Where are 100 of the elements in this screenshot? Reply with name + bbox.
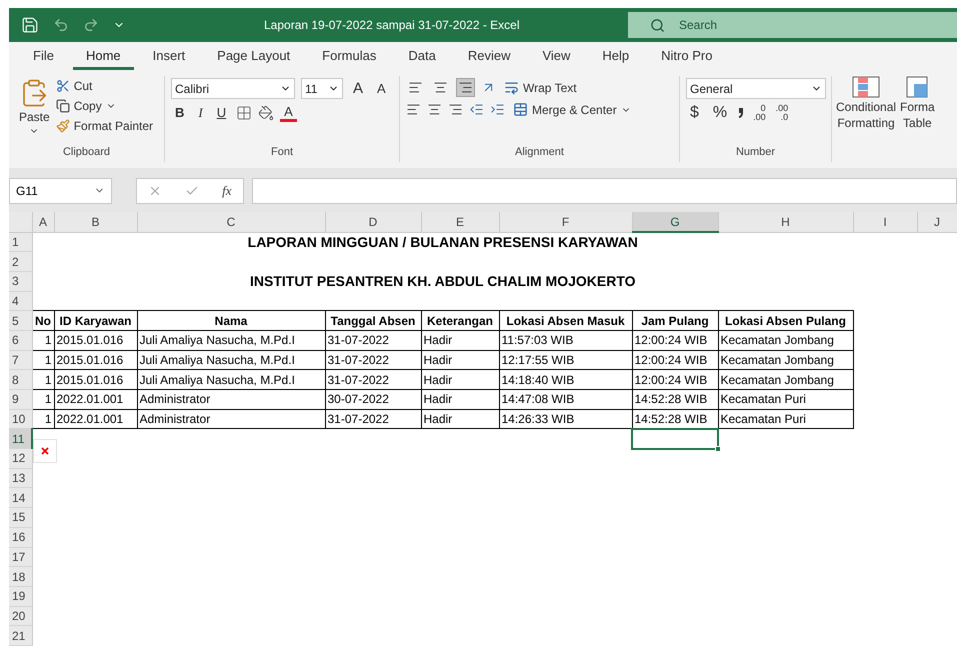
table-cell: 2015.01.016 — [54, 350, 137, 370]
row-number[interactable]: 5 — [9, 310, 32, 330]
decrease-indent-icon[interactable] — [469, 102, 484, 117]
column-header[interactable]: E — [421, 212, 499, 232]
ribbon-tab[interactable]: View — [529, 44, 584, 70]
row-number[interactable]: 20 — [9, 606, 32, 626]
table-cell: Hadir — [421, 390, 499, 410]
row-number[interactable]: 8 — [9, 370, 32, 390]
align-icon[interactable] — [448, 102, 463, 117]
copy-button[interactable]: Copy — [54, 98, 156, 114]
underline-button[interactable]: U — [212, 104, 230, 121]
decrease-decimal-button[interactable]: .00 .0 — [774, 104, 790, 122]
table-cell: 14:18:40 WIB — [499, 370, 632, 390]
window-title: Laporan 19-07-2022 sampai 31-07-2022 - Excel — [264, 18, 520, 32]
increase-indent-icon[interactable] — [490, 102, 505, 117]
row-number[interactable]: 6 — [9, 330, 32, 350]
conditional-formatting-button[interactable]: Conditional Formatting — [834, 76, 898, 168]
redo-icon[interactable] — [83, 17, 99, 33]
search-field[interactable]: Search — [628, 12, 957, 38]
column-header[interactable]: A — [32, 212, 54, 232]
column-header[interactable]: I — [853, 212, 917, 232]
font-name-field[interactable]: Calibri — [171, 78, 295, 99]
column-header[interactable]: C — [137, 212, 325, 232]
name-box[interactable]: G11 — [9, 178, 112, 204]
row-number[interactable]: 17 — [9, 547, 32, 567]
row-number[interactable]: 18 — [9, 566, 32, 586]
column-title: Nama — [137, 310, 325, 330]
align-icon[interactable] — [427, 102, 442, 117]
number-format-field[interactable]: General — [686, 78, 826, 99]
ribbon-tab[interactable]: Data — [395, 44, 449, 70]
ribbon-tab[interactable]: Formulas — [309, 44, 390, 70]
column-header[interactable]: F — [499, 212, 632, 232]
percent-button[interactable]: % — [708, 103, 732, 123]
ribbon-tab[interactable]: Insert — [140, 44, 198, 70]
ribbon-tab[interactable]: Nitro Pro — [648, 44, 726, 70]
row-number[interactable]: 11 — [9, 428, 32, 449]
row-number[interactable]: 13 — [9, 468, 32, 488]
row-number[interactable]: 3 — [9, 271, 32, 292]
table-cell: 14:52:28 WIB — [632, 390, 718, 410]
ribbon-tab[interactable]: File — [20, 44, 67, 70]
table-cell: 2022.01.001 — [54, 390, 137, 410]
borders-icon[interactable] — [236, 104, 252, 120]
table-cell: 12:17:55 WIB — [499, 350, 632, 370]
row-number[interactable]: 1 — [9, 232, 32, 252]
column-header[interactable]: J — [917, 212, 957, 232]
report-title: LAPORAN MINGGUAN / BULANAN PRESENSI KARYAWAN — [32, 232, 853, 252]
selected-cell[interactable] — [631, 428, 719, 450]
shrink-font-button[interactable]: A — [373, 80, 390, 97]
table-icon — [906, 76, 928, 98]
row-number[interactable]: 10 — [9, 409, 32, 429]
font-size-field[interactable]: 11 — [301, 78, 343, 99]
row-number[interactable]: 15 — [9, 508, 32, 528]
row-number[interactable]: 12 — [9, 448, 32, 468]
table-cell: 31-07-2022 — [325, 370, 421, 390]
undo-icon[interactable] — [53, 17, 69, 33]
table-cell: Juli Amaliya Nasucha, M.Pd.I — [137, 350, 325, 370]
column-header[interactable]: B — [54, 212, 137, 232]
table-cell: Kecamatan Puri — [718, 390, 853, 410]
currency-button[interactable]: $ — [686, 103, 703, 123]
row-number[interactable]: 16 — [9, 527, 32, 547]
row-number[interactable]: 19 — [9, 586, 32, 606]
column-header[interactable]: G — [632, 212, 718, 232]
column-header[interactable]: D — [325, 212, 421, 232]
row-number[interactable]: 4 — [9, 291, 32, 311]
bold-button[interactable]: B — [171, 104, 188, 121]
table-cell: 14:52:28 WIB — [632, 409, 718, 429]
column-header[interactable]: H — [718, 212, 853, 232]
increase-decimal-button[interactable]: 0 .00 — [751, 104, 768, 122]
insert-function-button[interactable]: fx — [222, 182, 232, 198]
group-label: Alignment — [514, 146, 565, 160]
search-placeholder: Search — [679, 18, 718, 32]
row-number[interactable]: 14 — [9, 488, 32, 508]
format-table-button[interactable]: Forma Table — [898, 76, 937, 168]
ribbon-tab[interactable]: Page Layout — [204, 44, 304, 70]
wrap-text-button[interactable]: Wrap Text — [502, 79, 579, 96]
row-number[interactable]: 2 — [9, 252, 32, 272]
table-cell: 11:57:03 WIB — [499, 330, 632, 350]
paste-button[interactable]: Paste — [15, 78, 54, 144]
save-icon[interactable] — [21, 16, 39, 34]
table-cell: Kecamatan Jombang — [718, 350, 853, 370]
ribbon-tab[interactable]: Help — [589, 44, 642, 70]
table-cell: 12:00:24 WIB — [632, 330, 718, 350]
row-number[interactable]: 7 — [9, 350, 32, 370]
fill-color-icon[interactable] — [258, 104, 274, 120]
row-number[interactable]: 21 — [9, 626, 32, 646]
format-painter-button[interactable]: Format Painter — [54, 118, 156, 134]
paste-options-button[interactable] — [33, 439, 57, 463]
row-number[interactable]: 9 — [9, 390, 32, 410]
merge-center-button[interactable]: Merge & Center — [511, 101, 633, 118]
italic-button[interactable]: I — [194, 104, 207, 122]
table-cell: 30-07-2022 — [325, 390, 421, 410]
font-color-button[interactable]: A — [280, 103, 297, 122]
vertical-align-button[interactable] — [456, 78, 475, 97]
table-cell: 1 — [32, 390, 54, 410]
ribbon-tab[interactable]: Review — [454, 44, 524, 70]
align-icon[interactable] — [406, 102, 421, 117]
cut-button[interactable]: Cut — [54, 78, 156, 94]
comma-icon[interactable] — [737, 107, 746, 119]
formula-field[interactable] — [252, 178, 957, 204]
grow-font-button[interactable]: A — [349, 79, 368, 98]
